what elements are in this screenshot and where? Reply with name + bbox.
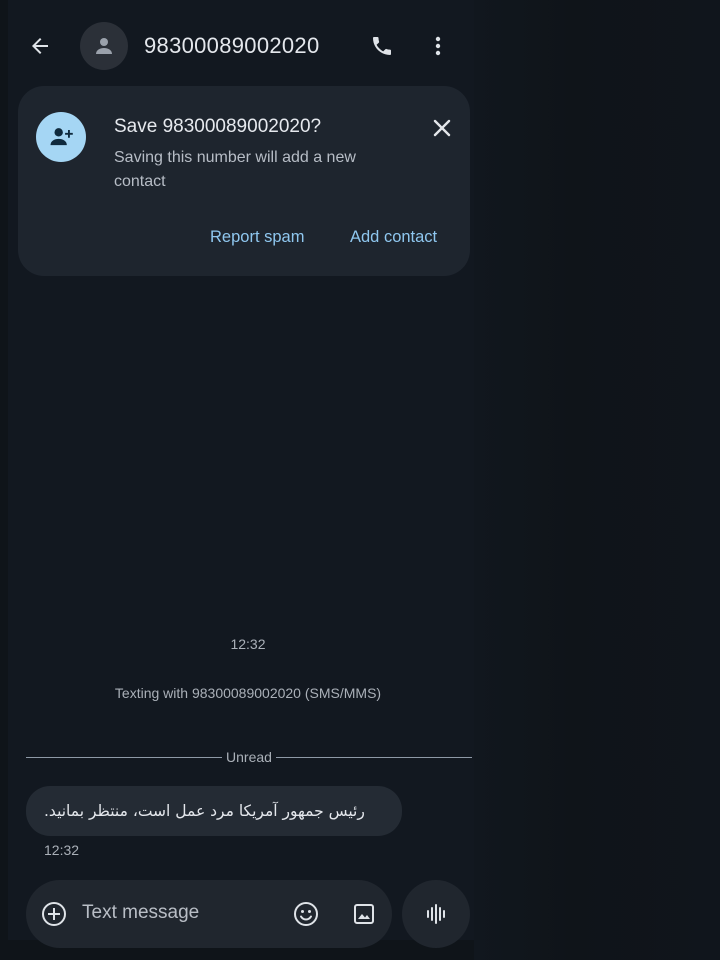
report-spam-button[interactable]: Report spam: [210, 228, 304, 247]
messages-app: 98300089002020 Save 98300089002020? Savi…: [0, 0, 720, 960]
avatar[interactable]: [80, 22, 128, 70]
text-message-input[interactable]: Text message: [82, 902, 199, 924]
more-vertical-icon: [435, 36, 441, 56]
voice-message-button[interactable]: [402, 880, 470, 948]
plus-circle-icon: [42, 902, 66, 926]
add-contact-button[interactable]: Add contact: [350, 228, 437, 247]
emoji-button[interactable]: [292, 900, 320, 928]
close-icon: [433, 119, 451, 137]
conversation-screen: 98300089002020 Save 98300089002020? Savi…: [8, 0, 474, 948]
conversation-title: 98300089002020: [144, 33, 320, 58]
background-blur: [474, 0, 720, 960]
call-button[interactable]: [364, 28, 400, 64]
unread-label: Unread: [226, 749, 272, 765]
gallery-button[interactable]: [350, 900, 378, 928]
voice-waveform-icon: [427, 904, 445, 924]
back-button[interactable]: [22, 28, 58, 64]
divider-line: [276, 757, 472, 758]
phone-icon: [373, 37, 391, 55]
save-contact-card: Save 98300089002020? Saving this number …: [18, 86, 470, 276]
incoming-message-bubble[interactable]: رئیس جمهور آمریکا مرد عمل است، منتظر بما…: [26, 786, 402, 836]
arrow-left-icon: [32, 38, 48, 54]
card-icon-circle: [36, 112, 86, 162]
dismiss-card-button[interactable]: [426, 112, 458, 144]
texting-with-label: Texting with 98300089002020 (SMS/MMS): [114, 685, 382, 701]
divider-line: [26, 757, 222, 758]
card-title: Save 98300089002020?: [114, 116, 322, 137]
unread-divider: Unread: [26, 748, 472, 768]
add-attachment-button[interactable]: [40, 900, 68, 928]
conversation-timestamp: 12:32: [230, 636, 266, 652]
image-icon: [354, 904, 374, 924]
emoji-icon: [294, 902, 318, 926]
card-description: Saving this number will add a new contac…: [114, 149, 356, 190]
compose-bar: Text message: [26, 880, 392, 948]
message-timestamp: 12:32: [44, 842, 80, 858]
person-add-icon: [50, 128, 73, 146]
person-icon: [96, 38, 112, 54]
top-app-bar: 98300089002020: [8, 14, 474, 78]
more-options-button[interactable]: [422, 28, 454, 64]
